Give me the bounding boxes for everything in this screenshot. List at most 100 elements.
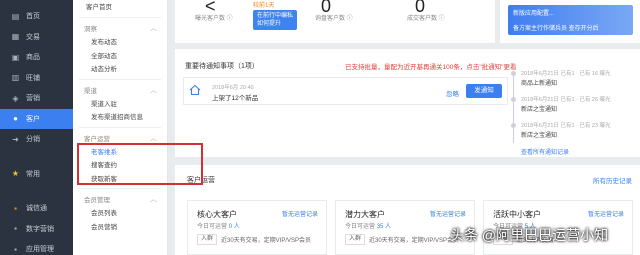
sidebar-item-cxt[interactable]: ▪ 诚信通 [0, 198, 73, 219]
sidebar-item-app-manage[interactable]: ▪ 应用管理 [0, 239, 73, 255]
sidebar-item-label: 旺铺 [26, 74, 40, 82]
card-tag: 入群 [197, 234, 218, 245]
sidebar-item-label: 客户 [26, 115, 40, 123]
todo-message: 上架了12个新品 [212, 95, 259, 102]
stat-value: 0 [321, 0, 332, 16]
submenu-item[interactable]: 发布动态 [73, 36, 167, 50]
sidebar-item-digital-marketing[interactable]: ▪ 数字营销 [0, 219, 73, 240]
main-sidebar: ▤ 首页 ▦ 交易 ▣ 商品 ▥ 旺铺 ◈ 营销 ● 客户 ➜ 分销 ★ 常用 ▪ 诚信通 ▪ 数字… [0, 0, 73, 255]
house-icon [189, 84, 201, 96]
chevron-up-icon: ︿ [150, 196, 157, 203]
sidebar-item-favorites[interactable]: ★ 常用 [0, 164, 73, 185]
sidebar-item-trade[interactable]: ▦ 交易 [0, 27, 73, 48]
submenu-item[interactable]: 会员营销 [73, 221, 167, 235]
trade-icon: ▦ [11, 32, 20, 42]
card-title: 潜力大客户 [345, 210, 385, 219]
sidebar-item-label: 分销 [26, 136, 40, 144]
stat-value: < [205, 0, 216, 16]
card-title: 活跃中小客户 [493, 210, 541, 219]
submenu-group-insight[interactable]: 洞察 ︿ [73, 20, 167, 36]
ignore-link[interactable]: 忽略 [446, 88, 459, 98]
timeline-date: 2018年6月21日 已有1 · 已有 26 曝光 [521, 97, 611, 103]
submenu-group-channel[interactable]: 渠道 ︿ [73, 82, 167, 98]
compare-label: 较前1天 [253, 3, 275, 9]
highlight-annotation-box [77, 143, 203, 185]
submenu-group-members[interactable]: 会员管理 ︿ [73, 191, 167, 207]
card-tag: 入群 [345, 234, 366, 245]
promo-banner[interactable]: 新版应用配置... 备方案主行作储兵员 查存开分后 [508, 5, 633, 35]
card-title: 核心大客户 [197, 210, 237, 219]
sidebar-item-customer[interactable]: ● 客户 [0, 108, 73, 129]
promo-line-1: 新版应用配置... [513, 11, 555, 17]
submenu-item[interactable]: 会员列表 [73, 207, 167, 221]
todo-title: 重要待通知事项（1项） [185, 63, 259, 70]
chevron-up-icon: ︿ [150, 25, 157, 32]
digital-marketing-icon: ▪ [14, 224, 17, 234]
sidebar-item-shop[interactable]: ▥ 旺铺 [0, 68, 73, 89]
count-value: 0 人 [228, 224, 240, 230]
sidebar-item-label: 诚信通 [26, 205, 47, 213]
sidebar-item-goods[interactable]: ▣ 商品 [0, 47, 73, 68]
card-record-link[interactable]: 暂无运营记录 [430, 209, 466, 218]
sidebar-item-label: 应用管理 [26, 246, 54, 254]
stat-label: 曝光客户数 ⓘ [195, 16, 233, 22]
sidebar-item-label: 交易 [26, 33, 40, 41]
all-history-link[interactable]: 所有历史记录 [593, 175, 632, 185]
star-icon: ★ [11, 169, 20, 179]
app-icon: ▪ [14, 244, 17, 254]
notify-button[interactable]: 发通知 [466, 84, 502, 98]
tip-badge[interactable]: 在前行中编私 如何提升 [253, 10, 298, 30]
submenu-item[interactable]: 发布渠道招商信息 [73, 111, 167, 125]
view-all-notifications-link[interactable]: 查看所有通知记录 [521, 147, 569, 156]
submenu-item[interactable]: 动态分析 [73, 63, 167, 77]
timeline-dot [511, 123, 516, 128]
shop-icon: ▥ [11, 73, 20, 83]
count-value: 35 人 [376, 224, 392, 230]
todo-date: 2018年6月 20:40 [212, 85, 254, 91]
submenu-item[interactable]: 全部动态 [73, 50, 167, 64]
main-content: < 曝光客户数 ⓘ 较前1天 在前行中编私 如何提升 0 询盘客户数 ⓘ 0 成交… [175, 0, 640, 255]
sidebar-item-label: 常用 [26, 170, 40, 178]
promo-line-2: 备方案主行作储兵员 查存开分后 [513, 26, 599, 32]
count-prefix: 今日可运营 [197, 224, 228, 230]
submenu-item-home[interactable]: 客户首页 [73, 0, 167, 15]
watermark: 头条 @阿里巴巴运营小知 [450, 227, 609, 243]
sidebar-item-marketing[interactable]: ◈ 营销 [0, 88, 73, 109]
notification-timeline: 2018年6月21日 已有1 · 已有 16 曝光 商品上新通知 2018年6月… [511, 67, 636, 157]
stat-label: 成交客户数 ⓘ [407, 16, 445, 22]
sidebar-item-distribution[interactable]: ➜ 分销 [0, 129, 73, 150]
count-prefix: 今日可运营 [345, 224, 376, 230]
todo-alert: 已支持批量，量配为近开基再通关100条，点击"批通知"更看 [345, 64, 517, 71]
todo-row: 2018年6月 20:40 上架了12个新品 忽略 发通知 [183, 77, 508, 105]
stats-strip: < 曝光客户数 ⓘ 较前1天 在前行中编私 如何提升 0 询盘客户数 ⓘ 0 成交… [175, 0, 495, 43]
group-title: 客户运营 [84, 135, 110, 143]
card-record-link[interactable]: 暂无运营记录 [588, 209, 624, 218]
customer-icon: ● [13, 114, 18, 124]
cxt-icon: ▪ [14, 203, 17, 213]
distribution-icon: ➜ [12, 134, 19, 144]
card-desc: 近30天有交易，定期VIP/VSP会员 [221, 238, 312, 244]
sidebar-item-label: 商品 [26, 54, 40, 62]
timeline-date: 2018年6月21日 已有1 · 已有 16 曝光 [521, 71, 611, 77]
customer-submenu: 客户首页 洞察 ︿ 发布动态 全部动态 动态分析 渠道 ︿ 渠道入驻 发布渠道招商信… [73, 0, 168, 255]
card-desc: 近30天有交易，定期VIP/VSP会员 [369, 238, 460, 244]
timeline-dot [511, 97, 516, 102]
card-record-link[interactable]: 暂无运营记录 [282, 209, 318, 218]
submenu-item[interactable]: 渠道入驻 [73, 98, 167, 112]
group-title: 会员管理 [84, 197, 110, 204]
chevron-up-icon: ︿ [150, 134, 157, 142]
stat-label: 询盘客户数 ⓘ [315, 16, 353, 22]
timeline-text: 新店之宝通知 [521, 107, 558, 113]
card-count: 今日可运营 35 人 [345, 221, 391, 230]
timeline-text: 新店之宝通知 [521, 133, 558, 139]
chevron-up-icon: ︿ [150, 86, 157, 94]
timeline-dot [511, 71, 516, 76]
sidebar-item-label: 首页 [26, 13, 40, 21]
sidebar-item-label: 营销 [26, 95, 40, 103]
group-title: 渠道 [84, 87, 97, 95]
goods-icon: ▣ [11, 52, 20, 62]
timeline-text: 商品上新通知 [521, 81, 558, 87]
home-icon: ▤ [11, 11, 20, 21]
customer-card-core[interactable]: 核心大客户 暂无运营记录 今日可运营 0 人 入群 近30天有交易，定期VIP/… [187, 200, 327, 255]
sidebar-item-home[interactable]: ▤ 首页 [0, 6, 73, 27]
